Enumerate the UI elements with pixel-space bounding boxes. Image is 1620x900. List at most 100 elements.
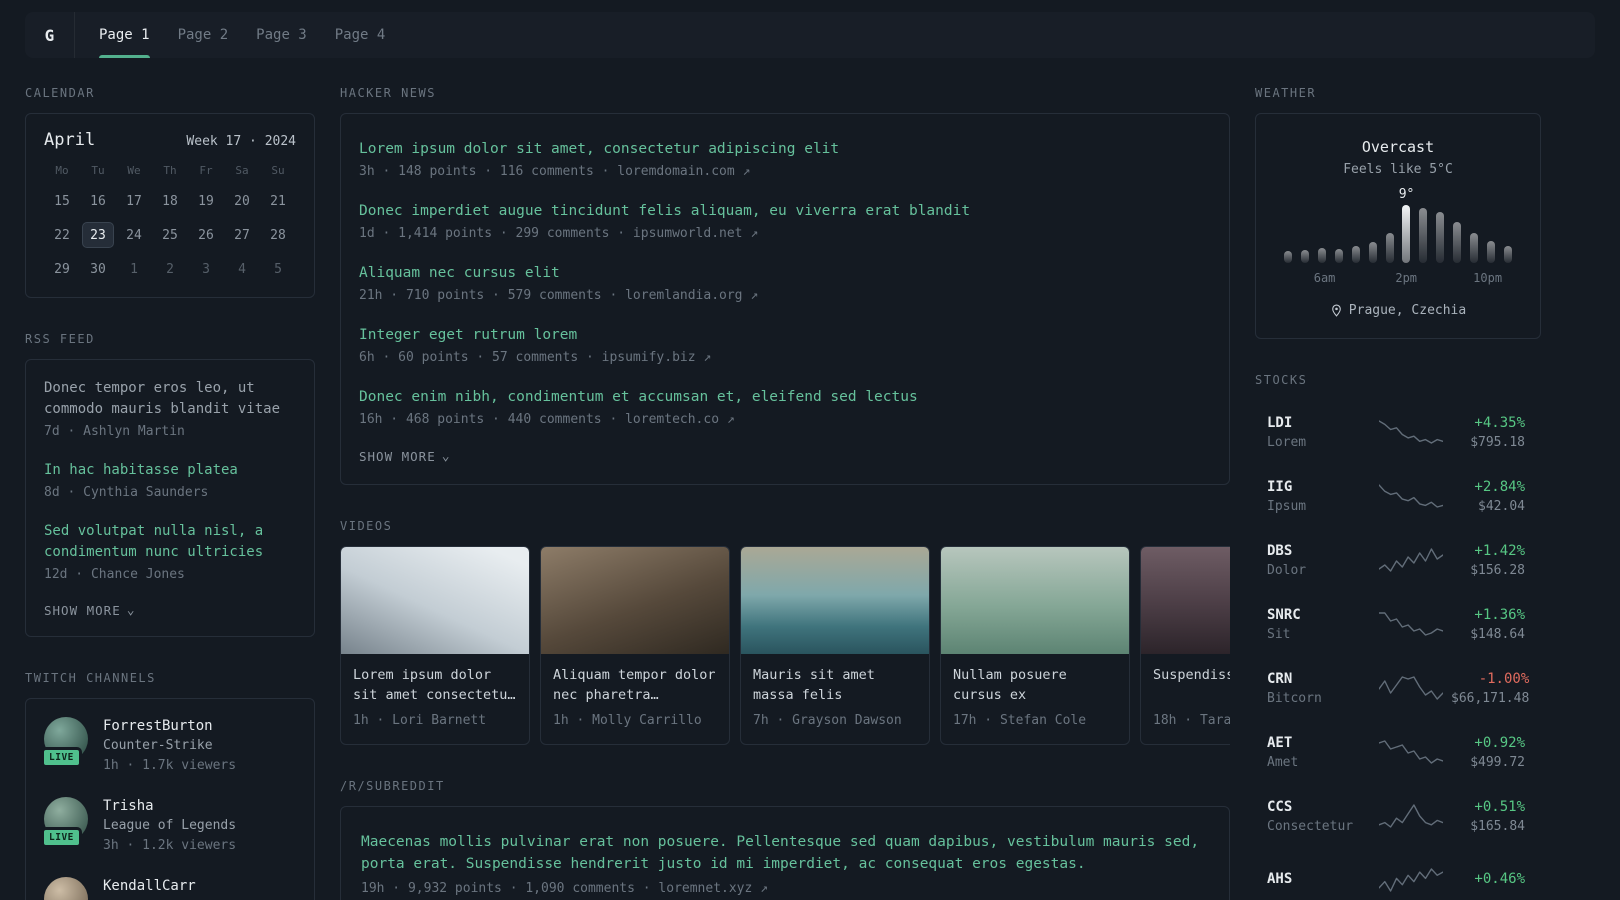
videos-widget-label: VIDEOS: [340, 519, 393, 533]
stock-name: Dolor: [1267, 563, 1307, 578]
page-tab[interactable]: Page 4: [335, 12, 386, 58]
weather-location: Prague, Czechia: [1278, 303, 1518, 318]
video-card-body: Mauris sit amet massa felis 7h · Grayson…: [741, 654, 929, 744]
stock-row[interactable]: CCS Consectetur +0.51% $165.84: [1255, 784, 1541, 848]
hacker-news-show-more-button[interactable]: SHOW MORE ⌄: [359, 449, 451, 464]
subreddit-post-title[interactable]: Maecenas mollis pulvinar erat non posuer…: [361, 831, 1209, 875]
video-card[interactable]: Nullam posuere cursus ex 17h · Stefan Co…: [940, 546, 1130, 745]
stock-row[interactable]: IIG Ipsum +2.84% $42.04: [1255, 464, 1541, 528]
video-card[interactable]: Lorem ipsum dolor sit amet consectetu… 1…: [340, 546, 530, 745]
page-tab-label: Page 1: [99, 27, 150, 43]
hacker-news-item-title[interactable]: Aliquam nec cursus elit: [359, 263, 1211, 284]
rss-item-title[interactable]: Donec tempor eros leo, ut commodo mauris…: [44, 378, 296, 420]
rss-item[interactable]: Sed volutpat nulla nisl, a condimentum n…: [44, 521, 296, 585]
calendar-day-header: Su: [271, 164, 285, 177]
calendar-day: 15: [54, 193, 70, 209]
stocks-widget-label: STOCKS: [1255, 373, 1308, 387]
video-meta: 1h · Molly Carrillo: [553, 713, 702, 728]
page-tab[interactable]: Page 1: [99, 12, 150, 58]
calendar-day: 19: [198, 193, 214, 209]
hacker-news-item-meta[interactable]: 1d · 1,414 points · 299 comments · ipsum…: [359, 224, 1211, 244]
weather-bar: [1470, 232, 1479, 263]
stock-sparkline: [1379, 868, 1443, 892]
twitch-channel[interactable]: LIVE ForrestBurton Counter-Strike 1h · 1…: [41, 717, 296, 776]
hacker-news-item: Aliquam nec cursus elit 21h · 710 points…: [359, 263, 1211, 306]
stock-row[interactable]: SNRC Sit +1.36% $148.64: [1255, 592, 1541, 656]
stock-id: AET Amet: [1267, 734, 1371, 770]
stock-row[interactable]: CRN Bitcorn -1.00% $66,171.48: [1255, 656, 1541, 720]
video-title[interactable]: Aliquam tempor dolor nec pharetra…: [553, 665, 717, 706]
twitch-channel-info: ForrestBurton Counter-Strike 1h · 1.7k v…: [103, 717, 236, 776]
hacker-news-item: Lorem ipsum dolor sit amet, consectetur …: [359, 139, 1211, 182]
weather-condition: Overcast: [1361, 138, 1435, 156]
rss-item-title[interactable]: Sed volutpat nulla nisl, a condimentum n…: [44, 521, 296, 563]
calendar-day: 27: [234, 227, 250, 243]
twitch-channel[interactable]: LIVE Trisha League of Legends 3h · 1.2k …: [41, 797, 296, 856]
video-card-body: Aliquam tempor dolor nec pharetra… 1h · …: [541, 654, 729, 744]
subreddit-widget: /R/SUBREDDIT Maecenas mollis pulvinar er…: [340, 779, 1230, 900]
twitch-channel-name[interactable]: ForrestBurton: [103, 717, 236, 736]
rss-item[interactable]: In hac habitasse platea 8d · Cynthia Sau…: [44, 460, 296, 503]
weather-time-label: 10pm: [1473, 271, 1503, 285]
stock-row[interactable]: AET Amet +0.92% $499.72: [1255, 720, 1541, 784]
page-tab-label: Page 4: [334, 27, 386, 43]
hacker-news-item-meta[interactable]: 6h · 60 points · 57 comments · ipsumify.…: [359, 348, 1211, 368]
chevron-down-icon: ⌄: [441, 448, 451, 464]
rss-widget: RSS FEED Donec tempor eros leo, ut commo…: [25, 332, 315, 637]
hacker-news-item-meta[interactable]: 16h · 468 points · 440 comments · loremt…: [359, 410, 1211, 430]
calendar-month: April: [44, 130, 96, 150]
subreddit-card: Maecenas mollis pulvinar erat non posuer…: [340, 806, 1230, 900]
rss-item-title[interactable]: In hac habitasse platea: [44, 460, 296, 481]
hacker-news-item-meta[interactable]: 3h · 148 points · 116 comments · loremdo…: [359, 162, 1211, 182]
calendar-day: 30: [90, 261, 106, 277]
subreddit-post-meta[interactable]: 19h · 9,932 points · 1,090 comments · lo…: [361, 879, 1209, 899]
video-title[interactable]: Lorem ipsum dolor sit amet consectetu…: [353, 665, 517, 706]
calendar-day: 3: [202, 261, 210, 277]
weather-bar: [1503, 245, 1512, 263]
rss-item[interactable]: Donec tempor eros leo, ut commodo mauris…: [44, 378, 296, 442]
weather-bar: [1419, 208, 1428, 263]
video-title[interactable]: Mauris sit amet massa felis: [753, 665, 917, 706]
stock-ticker: LDI: [1267, 415, 1293, 431]
calendar-grid: Mo Tu We Th Fr Sa Su 15 16 17 18 19 20 2…: [44, 164, 296, 283]
location-pin-icon: [1330, 304, 1343, 317]
page-tab[interactable]: Page 2: [178, 12, 229, 58]
weather-bars: [1284, 205, 1512, 263]
hacker-news-widget-label: HACKER NEWS: [340, 86, 436, 100]
hacker-news-item-meta[interactable]: 21h · 710 points · 579 comments · loreml…: [359, 286, 1211, 306]
stock-row[interactable]: DBS Dolor +1.42% $156.28: [1255, 528, 1541, 592]
video-title[interactable]: Nullam posuere cursus ex: [953, 665, 1117, 706]
video-card[interactable]: Aliquam tempor dolor nec pharetra… 1h · …: [540, 546, 730, 745]
hacker-news-item-title[interactable]: Lorem ipsum dolor sit amet, consectetur …: [359, 139, 1211, 160]
calendar-day: 20: [234, 193, 250, 209]
rss-show-more-button[interactable]: SHOW MORE ⌄: [44, 603, 136, 618]
page-tab-label: Page 2: [177, 27, 229, 43]
video-card[interactable]: Mauris sit amet massa felis 7h · Grayson…: [740, 546, 930, 745]
twitch-channel-game: Counter-Strike: [103, 738, 213, 753]
twitch-channel[interactable]: LIVE KendallCarr: [44, 877, 296, 900]
weather-time-labels: 6am 2pm 10pm: [1284, 271, 1512, 287]
twitch-channel-name[interactable]: KendallCarr: [103, 877, 196, 896]
hacker-news-item-title[interactable]: Donec enim nibh, condimentum et accumsan…: [359, 387, 1211, 408]
stock-price: $42.04: [1478, 499, 1525, 514]
video-card[interactable]: Suspendisse diam 18h · Tara: [1140, 546, 1230, 745]
stock-values: +4.35% $795.18: [1451, 414, 1525, 450]
stock-row[interactable]: LDI Lorem +4.35% $795.18: [1255, 400, 1541, 464]
stock-values: +0.46%: [1451, 870, 1525, 891]
stock-id: IIG Ipsum: [1267, 478, 1371, 514]
stock-row[interactable]: AHS +0.46%: [1255, 848, 1541, 900]
hacker-news-item: Donec imperdiet augue tincidunt felis al…: [359, 201, 1211, 244]
stock-name: Lorem: [1267, 435, 1307, 450]
twitch-channel-name[interactable]: Trisha: [103, 797, 236, 816]
stock-sparkline: [1379, 612, 1443, 636]
hacker-news-item-title[interactable]: Donec imperdiet augue tincidunt felis al…: [359, 201, 1211, 222]
video-card-body: Suspendisse diam 18h · Tara: [1141, 654, 1230, 744]
app-logo[interactable]: G: [25, 12, 75, 58]
hacker-news-show-more-label: SHOW MORE: [359, 449, 436, 464]
video-title[interactable]: Suspendisse diam: [1153, 665, 1230, 706]
page-tab[interactable]: Page 3: [256, 12, 307, 58]
stock-values: +1.36% $148.64: [1451, 606, 1525, 642]
video-thumbnail: [741, 547, 929, 654]
hacker-news-item-title[interactable]: Integer eget rutrum lorem: [359, 325, 1211, 346]
stock-id: DBS Dolor: [1267, 542, 1371, 578]
